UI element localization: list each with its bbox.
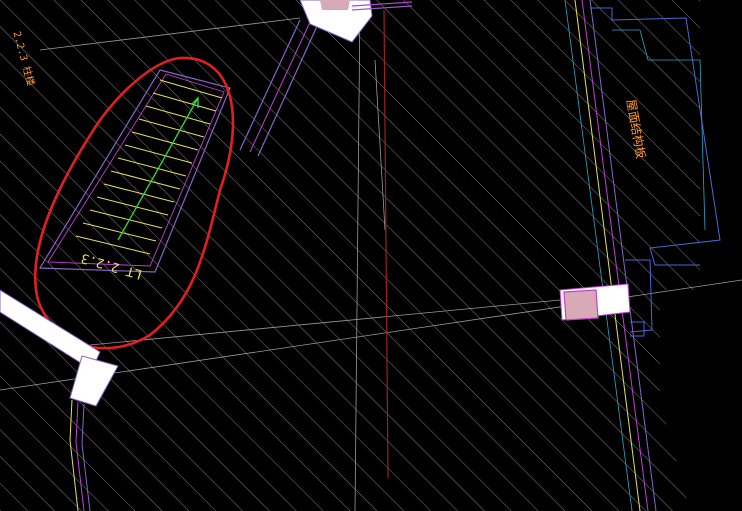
- cad-drawing-canvas[interactable]: LT 2.2.3 2.2.3 柱楼 屋面结构板: [0, 0, 742, 511]
- right-void-region: [700, 0, 742, 290]
